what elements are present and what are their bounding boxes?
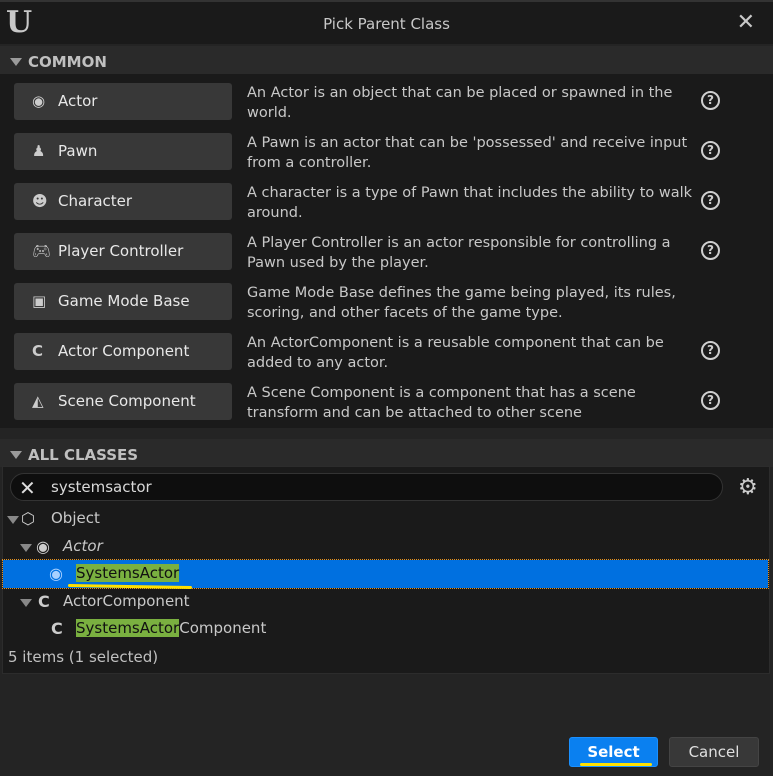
search-match-highlight: SystemsActor	[76, 564, 180, 582]
class-search-input[interactable]	[51, 477, 701, 497]
expand-arrow-icon[interactable]	[20, 543, 32, 552]
character-icon: ☻	[32, 192, 48, 210]
scene-component-icon: ◭	[32, 392, 44, 410]
class-tree: ⬡ Object ◉ Actor ◉ SystemsActor C ActorCompo…	[2, 505, 769, 643]
common-classes-list: ◉ Actor An Actor is an object that can be …	[0, 74, 773, 428]
common-row-actor-component: C Actor Component An ActorComponent is a r…	[0, 324, 773, 374]
tree-item-actorcomponent[interactable]: C ActorComponent	[3, 588, 768, 616]
gamepad-icon: 🎮︎	[32, 242, 52, 260]
help-icon[interactable]: ?	[701, 391, 720, 410]
scene-component-button[interactable]: ◭ Scene Component	[14, 383, 232, 420]
cancel-button[interactable]: Cancel	[669, 737, 759, 767]
expand-arrow-icon[interactable]	[20, 598, 32, 607]
description: Game Mode Base defines the game being pl…	[247, 285, 676, 321]
button-label: Scene Component	[58, 392, 196, 410]
pawn-button[interactable]: ♟ Pawn	[14, 133, 232, 170]
collapse-arrow-icon	[10, 451, 22, 459]
object-icon: ⬡	[21, 509, 35, 528]
tree-item-actor[interactable]: ◉ Actor	[3, 533, 768, 561]
settings-gear-icon[interactable]: ⚙	[738, 475, 758, 500]
actor-button[interactable]: ◉ Actor	[14, 83, 232, 120]
description: A Scene Component is a component that ha…	[247, 385, 636, 421]
actor-icon: ◉	[36, 536, 50, 556]
description: An Actor is an object that can be placed…	[247, 85, 673, 121]
help-icon[interactable]: ?	[701, 341, 720, 360]
section-title: ALL CLASSES	[28, 446, 139, 464]
description: A Player Controller is an actor responsi…	[247, 235, 671, 271]
tree-item-label: ActorComponent	[63, 591, 190, 610]
player-controller-button[interactable]: 🎮︎ Player Controller	[14, 233, 232, 270]
common-section-header[interactable]: COMMON	[0, 46, 773, 74]
annotation-underline	[580, 763, 652, 766]
class-search-box: ✕	[10, 473, 723, 501]
title-bar: U Pick Parent Class ✕	[0, 0, 773, 44]
section-title: COMMON	[28, 53, 107, 71]
tree-item-label: Actor	[63, 536, 103, 555]
description: A Pawn is an actor that can be 'possesse…	[247, 135, 688, 171]
help-icon[interactable]: ?	[701, 91, 720, 110]
tree-item-systemsactorcomponent[interactable]: C SystemsActorComponent	[3, 615, 768, 643]
tree-item-systemsactor[interactable]: ◉ SystemsActor	[2, 559, 769, 589]
clear-search-icon[interactable]: ✕	[19, 476, 36, 500]
description: A character is a type of Pawn that inclu…	[247, 185, 693, 221]
search-match-highlight: SystemsActor	[76, 619, 180, 637]
close-icon[interactable]: ✕	[737, 10, 755, 35]
tree-item-label: Object	[51, 509, 100, 527]
button-label: Actor	[58, 92, 98, 110]
button-label: Game Mode Base	[58, 292, 190, 310]
help-icon[interactable]: ?	[701, 141, 720, 160]
button-label: Actor Component	[58, 342, 190, 360]
actor-icon: ◉	[32, 92, 46, 110]
description: An ActorComponent is a reusable componen…	[247, 335, 664, 371]
component-icon: C	[32, 342, 44, 360]
button-label: Player Controller	[58, 242, 184, 260]
help-icon[interactable]: ?	[701, 191, 720, 210]
game-mode-icon: ▣	[32, 292, 47, 310]
tree-item-label: Component	[179, 619, 267, 637]
status-text: 5 items (1 selected)	[8, 648, 159, 666]
all-classes-section-header[interactable]: ALL CLASSES	[0, 439, 773, 467]
button-label: Character	[58, 192, 133, 210]
common-row-actor: ◉ Actor An Actor is an object that can be …	[0, 74, 773, 124]
common-row-player-controller: 🎮︎ Player Controller A Player Controller i…	[0, 224, 773, 274]
dialog-title: Pick Parent Class	[323, 15, 450, 33]
character-button[interactable]: ☻ Character	[14, 183, 232, 220]
actor-component-button[interactable]: C Actor Component	[14, 333, 232, 370]
common-row-scene-component: ◭ Scene Component A Scene Component is a c…	[0, 374, 773, 424]
component-icon: C	[38, 591, 50, 611]
common-row-game-mode-base: ▣ Game Mode Base Game Mode Base defines th…	[0, 274, 773, 324]
game-mode-base-button[interactable]: ▣ Game Mode Base	[14, 283, 232, 320]
common-row-character: ☻ Character A character is a type of Pawn …	[0, 174, 773, 224]
button-label: Pawn	[58, 142, 98, 160]
help-icon[interactable]: ?	[701, 241, 720, 260]
component-icon: C	[51, 619, 63, 638]
actor-icon: ◉	[49, 564, 63, 583]
collapse-arrow-icon	[10, 58, 22, 66]
tree-item-object[interactable]: ⬡ Object	[3, 505, 768, 533]
expand-arrow-icon[interactable]	[7, 516, 19, 524]
pawn-icon: ♟	[32, 142, 46, 160]
common-row-pawn: ♟ Pawn A Pawn is an actor that can be 'pos…	[0, 124, 773, 174]
